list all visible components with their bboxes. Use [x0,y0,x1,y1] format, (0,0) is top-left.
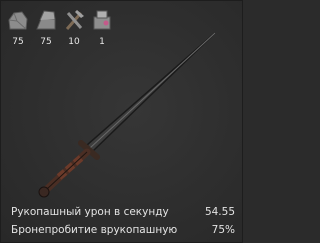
stat-label: Бронепробитие врукопашную [11,224,178,236]
stone-resource-icon [8,11,28,30]
stat-value: 54.55 [204,206,235,218]
cost-value: 75 [12,37,24,47]
stat-label: Рукопашный урон в секунду [11,206,169,218]
stat-row-melee-armor-penetration: Бронепробитие врукопашную 75% [11,221,235,239]
stat-row-melee-dps: Рукопашный урон в секунду 54.55 [11,203,235,221]
stat-value: 75% [211,224,235,236]
cost-item-stone: 75 [7,7,29,49]
stats-list: Рукопашный урон в секунду 54.55 Бронепро… [11,203,235,239]
item-tooltip-panel: 75 75 10 1 Рукопашный урон в секунду 54.… [0,0,243,243]
sword-item-icon [38,32,216,198]
